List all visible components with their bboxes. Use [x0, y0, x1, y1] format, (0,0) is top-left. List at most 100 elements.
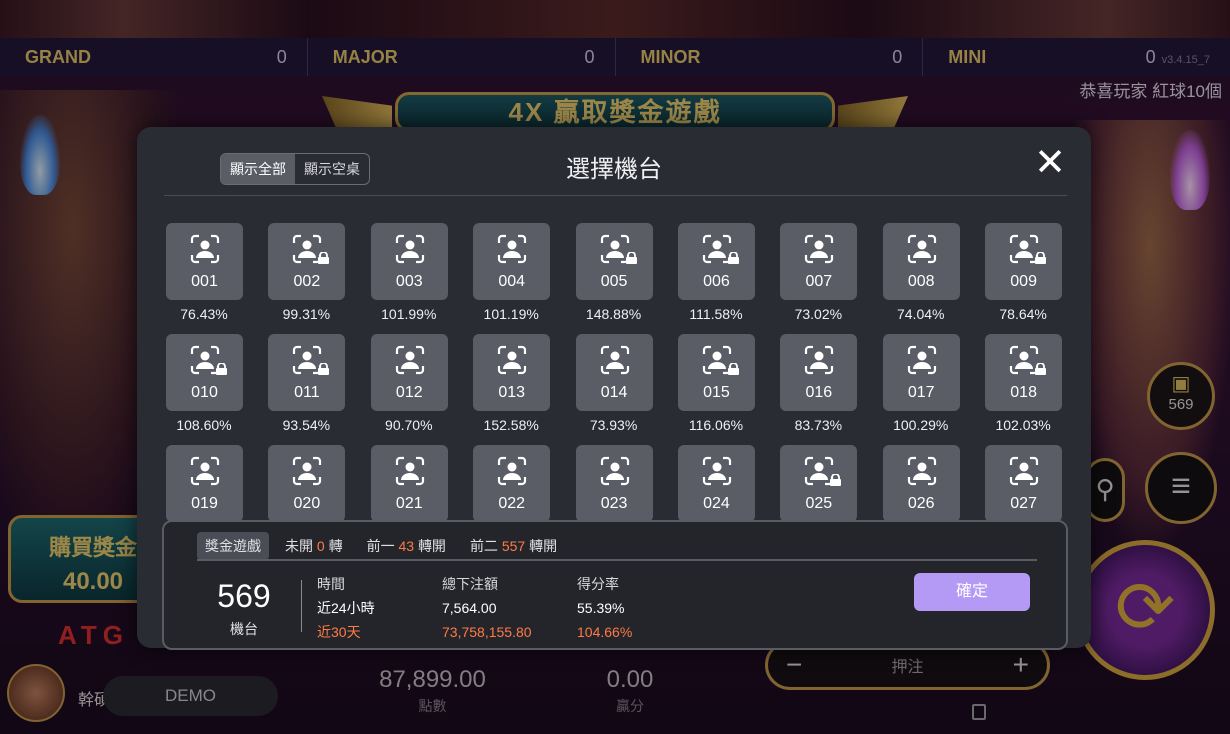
machine-number: 003 [395, 273, 423, 290]
machine-number: 023 [600, 495, 628, 512]
user-scan-icon [498, 345, 527, 375]
machine-rate: 78.64% [999, 306, 1047, 322]
machine-number: 018 [1010, 384, 1037, 401]
machine-cell[interactable]: 019 [162, 445, 264, 521]
machine-cell[interactable]: 024 [674, 445, 776, 521]
not-open-label: 未開 [285, 538, 313, 554]
machine-tile[interactable]: 015 [677, 334, 755, 411]
bonus-stats-row: 獎金遊戲 未開 0 轉 前一 43 轉開 前二 557 轉開 [197, 532, 581, 560]
machine-tile[interactable]: 005 [575, 223, 653, 300]
machine-tile[interactable]: 012 [370, 334, 448, 411]
machine-cell[interactable]: 009 78.64% [981, 223, 1072, 334]
machine-tile[interactable]: 016 [780, 334, 858, 411]
machine-tile[interactable]: 001 [166, 223, 243, 300]
machine-number: 013 [498, 384, 526, 401]
machine-cell[interactable]: 010 108.60% [162, 334, 264, 445]
user-scan-icon [190, 234, 220, 264]
rate-row-30d: 104.66% [577, 624, 633, 640]
machine-tile[interactable]: 008 [882, 223, 960, 300]
machine-cell[interactable]: 005 148.88% [572, 223, 674, 334]
machine-tile[interactable]: 004 [473, 223, 551, 300]
machine-cell[interactable]: 014 73.93% [572, 334, 674, 445]
machine-tile[interactable]: 027 [985, 445, 1063, 521]
prev1-stat: 前一 43 轉開 [367, 536, 446, 556]
user-scan-icon [600, 345, 629, 375]
machine-tile[interactable]: 021 [370, 445, 448, 521]
lock-icon [727, 252, 739, 264]
machine-tile[interactable]: 017 [882, 334, 960, 411]
machine-cell[interactable]: 027 [981, 445, 1072, 521]
machine-cell[interactable]: 021 [367, 445, 469, 521]
machine-cell[interactable]: 022 [469, 445, 571, 521]
machine-tile[interactable]: 013 [473, 334, 551, 411]
machine-tile[interactable]: 018 [985, 334, 1063, 411]
machine-tile[interactable]: 024 [677, 445, 755, 521]
machine-tile[interactable]: 003 [370, 223, 448, 300]
machine-cell[interactable]: 012 90.70% [367, 334, 469, 445]
lock-icon [318, 363, 330, 375]
machine-cell[interactable]: 020 [264, 445, 366, 521]
machine-tile[interactable]: 026 [882, 445, 960, 521]
lock-icon [1035, 363, 1047, 375]
bet-header: 總下注額 [442, 576, 498, 592]
modal-divider [164, 195, 1067, 196]
prev1-value: 43 [398, 538, 415, 554]
user-scan-icon [190, 456, 220, 486]
machine-cell[interactable]: 003 101.99% [367, 223, 469, 334]
machine-number: 009 [1010, 273, 1037, 290]
machine-cell[interactable]: 018 102.03% [981, 334, 1072, 445]
machine-cell[interactable]: 008 74.04% [879, 223, 981, 334]
tab-bonus-game[interactable]: 獎金遊戲 [197, 532, 269, 560]
machine-tile[interactable]: 014 [575, 334, 653, 411]
machine-cell[interactable]: 026 [879, 445, 981, 521]
machine-number: 021 [395, 495, 423, 512]
machine-number: 025 [805, 495, 833, 512]
select-machine-modal: 顯示全部 顯示空桌 選擇機台 ✕ 001 76.43% 002 99.31% 0… [137, 127, 1091, 650]
machine-rate: 101.19% [483, 306, 539, 322]
machine-tile[interactable]: 002 [268, 223, 346, 300]
machine-cell[interactable]: 025 [776, 445, 878, 521]
bet-row-30d: 73,758,155.80 [442, 624, 532, 640]
user-scan-icon [805, 234, 834, 264]
machine-tile[interactable]: 022 [473, 445, 551, 521]
machine-cell[interactable]: 007 73.02% [776, 223, 878, 334]
machine-cell[interactable]: 017 100.29% [879, 334, 981, 445]
machine-cell[interactable]: 023 [572, 445, 674, 521]
machine-cell[interactable]: 013 152.58% [469, 334, 571, 445]
prev2-value: 557 [501, 538, 526, 554]
machine-cell[interactable]: 001 76.43% [162, 223, 264, 334]
machine-tile[interactable]: 023 [575, 445, 653, 521]
machine-tile[interactable]: 011 [268, 334, 346, 411]
user-scan-icon [907, 234, 936, 264]
machine-cell[interactable]: 011 93.54% [264, 334, 366, 445]
machine-cell[interactable]: 016 83.73% [776, 334, 878, 445]
panel-divider [197, 559, 1037, 561]
lock-icon [625, 252, 637, 264]
rate-header: 得分率 [577, 576, 619, 592]
machine-cell[interactable]: 002 99.31% [264, 223, 366, 334]
machine-tile[interactable]: 007 [780, 223, 858, 300]
user-scan-icon [907, 456, 936, 486]
machine-tile[interactable]: 010 [166, 334, 243, 411]
lock-icon [727, 363, 739, 375]
machine-tile[interactable]: 019 [166, 445, 243, 521]
machine-cell[interactable]: 006 111.58% [674, 223, 776, 334]
lock-icon [216, 363, 227, 375]
machine-tile[interactable]: 009 [985, 223, 1063, 300]
machine-number: 020 [293, 495, 321, 512]
machine-number: 017 [907, 384, 935, 401]
machine-tile[interactable]: 025 [780, 445, 858, 521]
confirm-button[interactable]: 確定 [914, 573, 1030, 611]
time-column: 時間 近24小時 近30天 [317, 572, 375, 644]
machine-cell[interactable]: 004 101.19% [469, 223, 571, 334]
machine-tile[interactable]: 006 [677, 223, 755, 300]
machine-rate: 83.73% [794, 417, 843, 433]
close-button[interactable]: ✕ [1033, 144, 1067, 182]
user-scan-icon [395, 345, 424, 375]
machine-number: 005 [600, 273, 628, 290]
machine-tile[interactable]: 020 [268, 445, 346, 521]
bet-column: 總下注額 7,564.00 73,758,155.80 [442, 572, 532, 644]
lock-icon [318, 252, 330, 264]
machine-rate: 90.70% [385, 417, 433, 433]
machine-cell[interactable]: 015 116.06% [674, 334, 776, 445]
